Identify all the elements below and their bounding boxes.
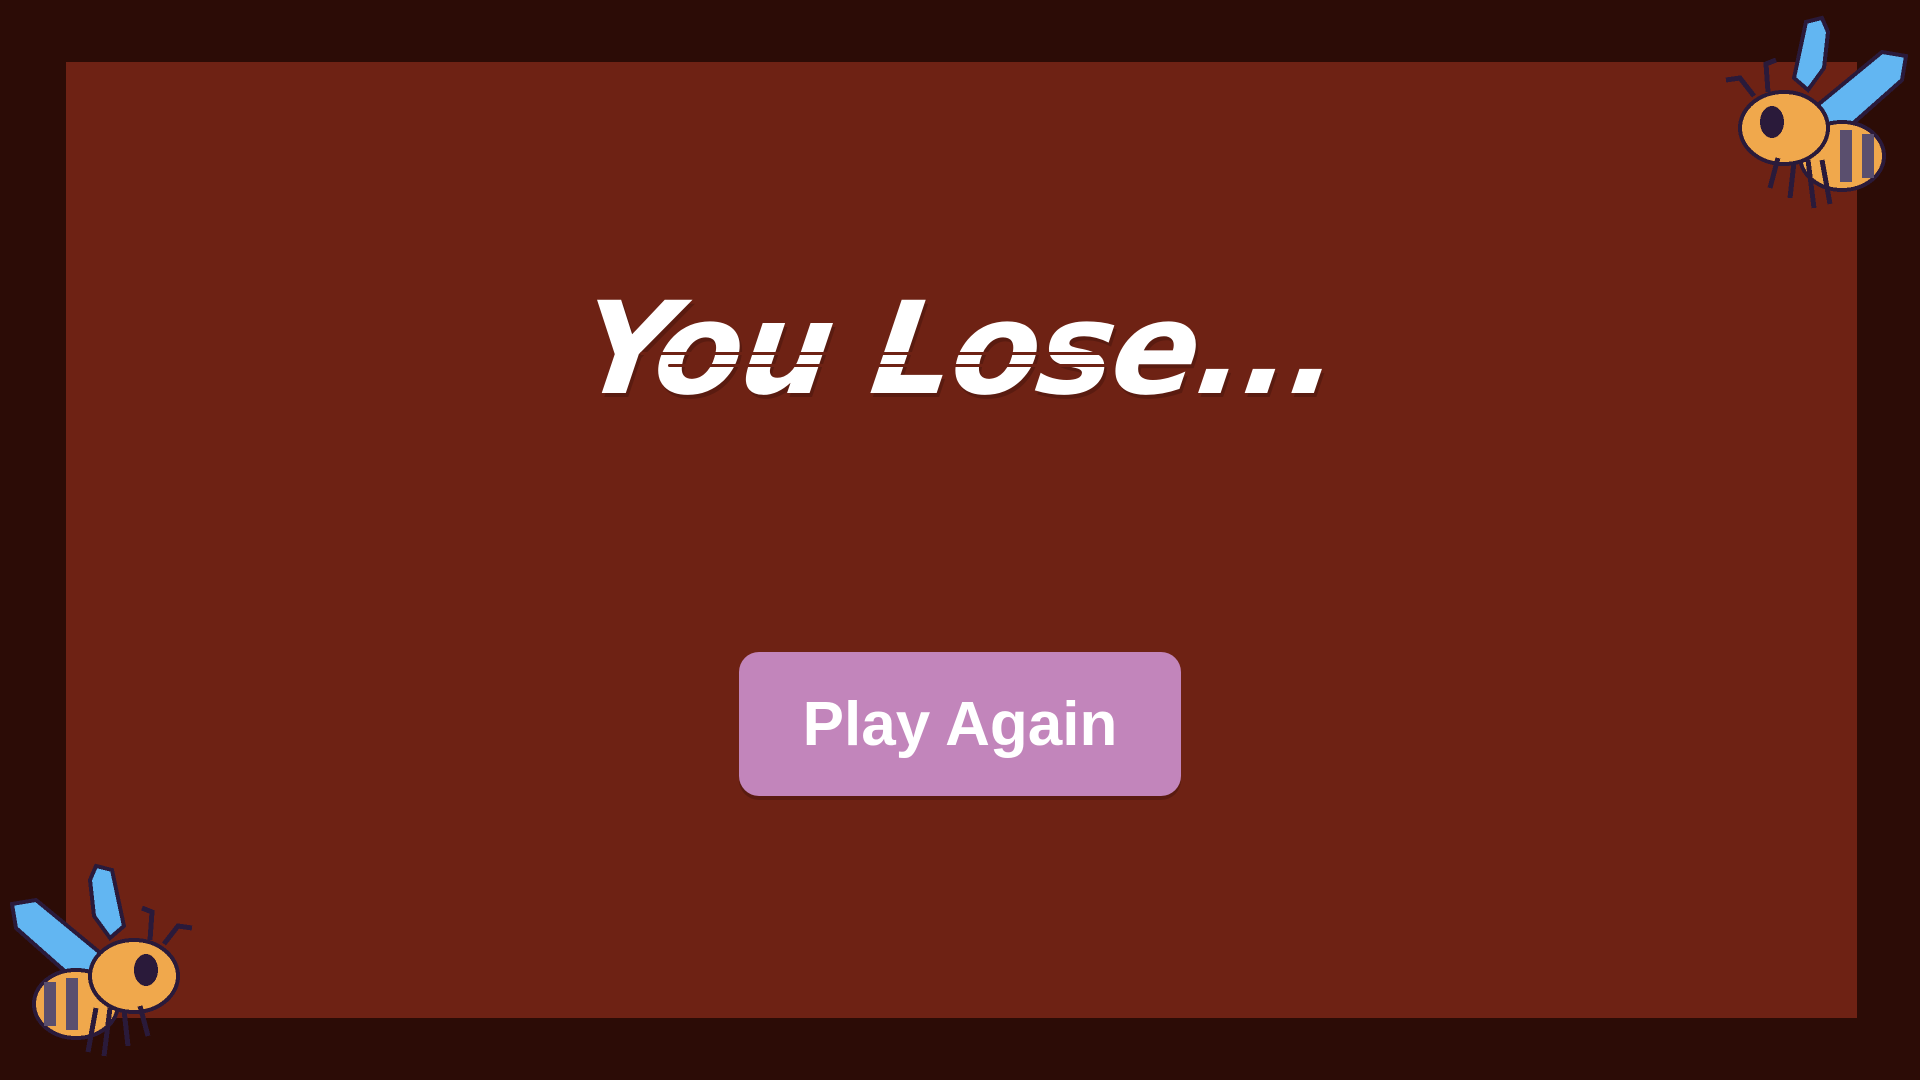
lose-title: You Lose... [571, 275, 1349, 424]
bee-icon [1690, 8, 1910, 228]
bee-icon [8, 856, 228, 1076]
title-slash-line [668, 364, 1108, 367]
title-slash-line [640, 352, 1110, 355]
game-over-panel [66, 62, 1857, 1018]
play-again-button[interactable]: Play Again [739, 652, 1181, 796]
